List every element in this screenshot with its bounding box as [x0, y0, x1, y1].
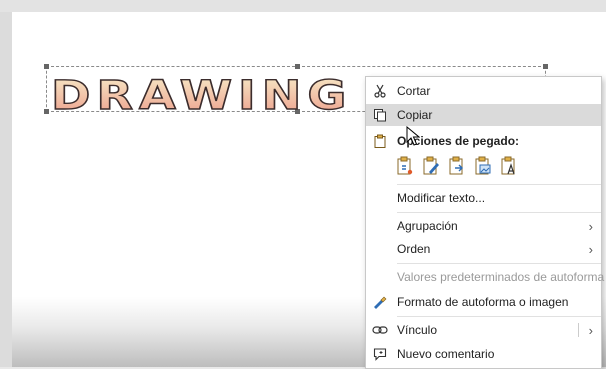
menu-item-shape-defaults-label: Valores predeterminados de autoforma — [397, 270, 605, 284]
menu-item-group[interactable]: Agrupación › — [366, 215, 601, 237]
paste-options-row — [395, 155, 519, 177]
menu-item-order-label: Orden — [397, 242, 431, 256]
paste-merge-icon — [449, 156, 463, 175]
menu-separator — [397, 316, 601, 317]
paste-text-only-button[interactable] — [499, 155, 519, 177]
menu-item-cut[interactable]: Cortar — [366, 80, 601, 102]
menu-item-edit-text[interactable]: Modificar texto... — [366, 187, 601, 209]
menu-item-format-shape-label: Formato de autoforma o imagen — [397, 295, 569, 309]
context-menu: Cortar Copiar Opciones de pegado: Modifi… — [365, 76, 605, 369]
menu-separator — [397, 212, 601, 213]
paste-theme-icon — [423, 156, 439, 175]
menu-item-link-label: Vínculo — [397, 323, 438, 337]
menu-item-new-comment-label: Nuevo comentario — [397, 347, 495, 361]
menu-item-copy[interactable]: Copiar — [366, 104, 601, 126]
menu-section-paste-options: Opciones de pegado: — [366, 130, 601, 152]
mouse-cursor-icon — [406, 126, 420, 146]
menu-separator — [397, 263, 601, 264]
chevron-right-icon: › — [588, 241, 593, 257]
top-bar — [0, 0, 606, 12]
paste-use-destination-theme-button[interactable] — [421, 155, 441, 177]
workspace-edge — [0, 12, 12, 367]
menu-separator — [397, 184, 601, 185]
menu-item-cut-label: Cortar — [397, 84, 431, 98]
menu-item-edit-text-label: Modificar texto... — [397, 191, 486, 205]
scissors-icon — [372, 83, 388, 99]
menu-item-copy-label: Copiar — [397, 108, 433, 122]
chevron-right-icon: › — [588, 218, 593, 234]
format-shape-icon — [372, 294, 388, 310]
split-divider — [578, 323, 579, 337]
paste-keep-format-icon — [397, 156, 413, 175]
menu-item-new-comment[interactable]: Nuevo comentario — [366, 343, 601, 365]
menu-item-format-shape[interactable]: Formato de autoforma o imagen — [366, 291, 601, 313]
comment-icon — [372, 346, 388, 362]
copy-icon — [372, 107, 388, 123]
menu-item-shape-defaults: Valores predeterminados de autoforma — [366, 266, 605, 288]
clipboard-icon — [372, 133, 388, 149]
menu-item-link[interactable]: Vínculo › — [366, 319, 601, 341]
link-icon — [372, 322, 388, 338]
paste-picture-button[interactable] — [473, 155, 493, 177]
paste-merge-format-button[interactable] — [447, 155, 467, 177]
menu-item-group-label: Agrupación — [397, 219, 458, 233]
paste-picture-icon — [475, 156, 491, 175]
chevron-right-icon[interactable]: › — [589, 323, 593, 338]
paste-keep-source-format-button[interactable] — [395, 155, 415, 177]
paste-text-icon — [501, 156, 515, 175]
menu-item-order[interactable]: Orden › — [366, 238, 601, 260]
